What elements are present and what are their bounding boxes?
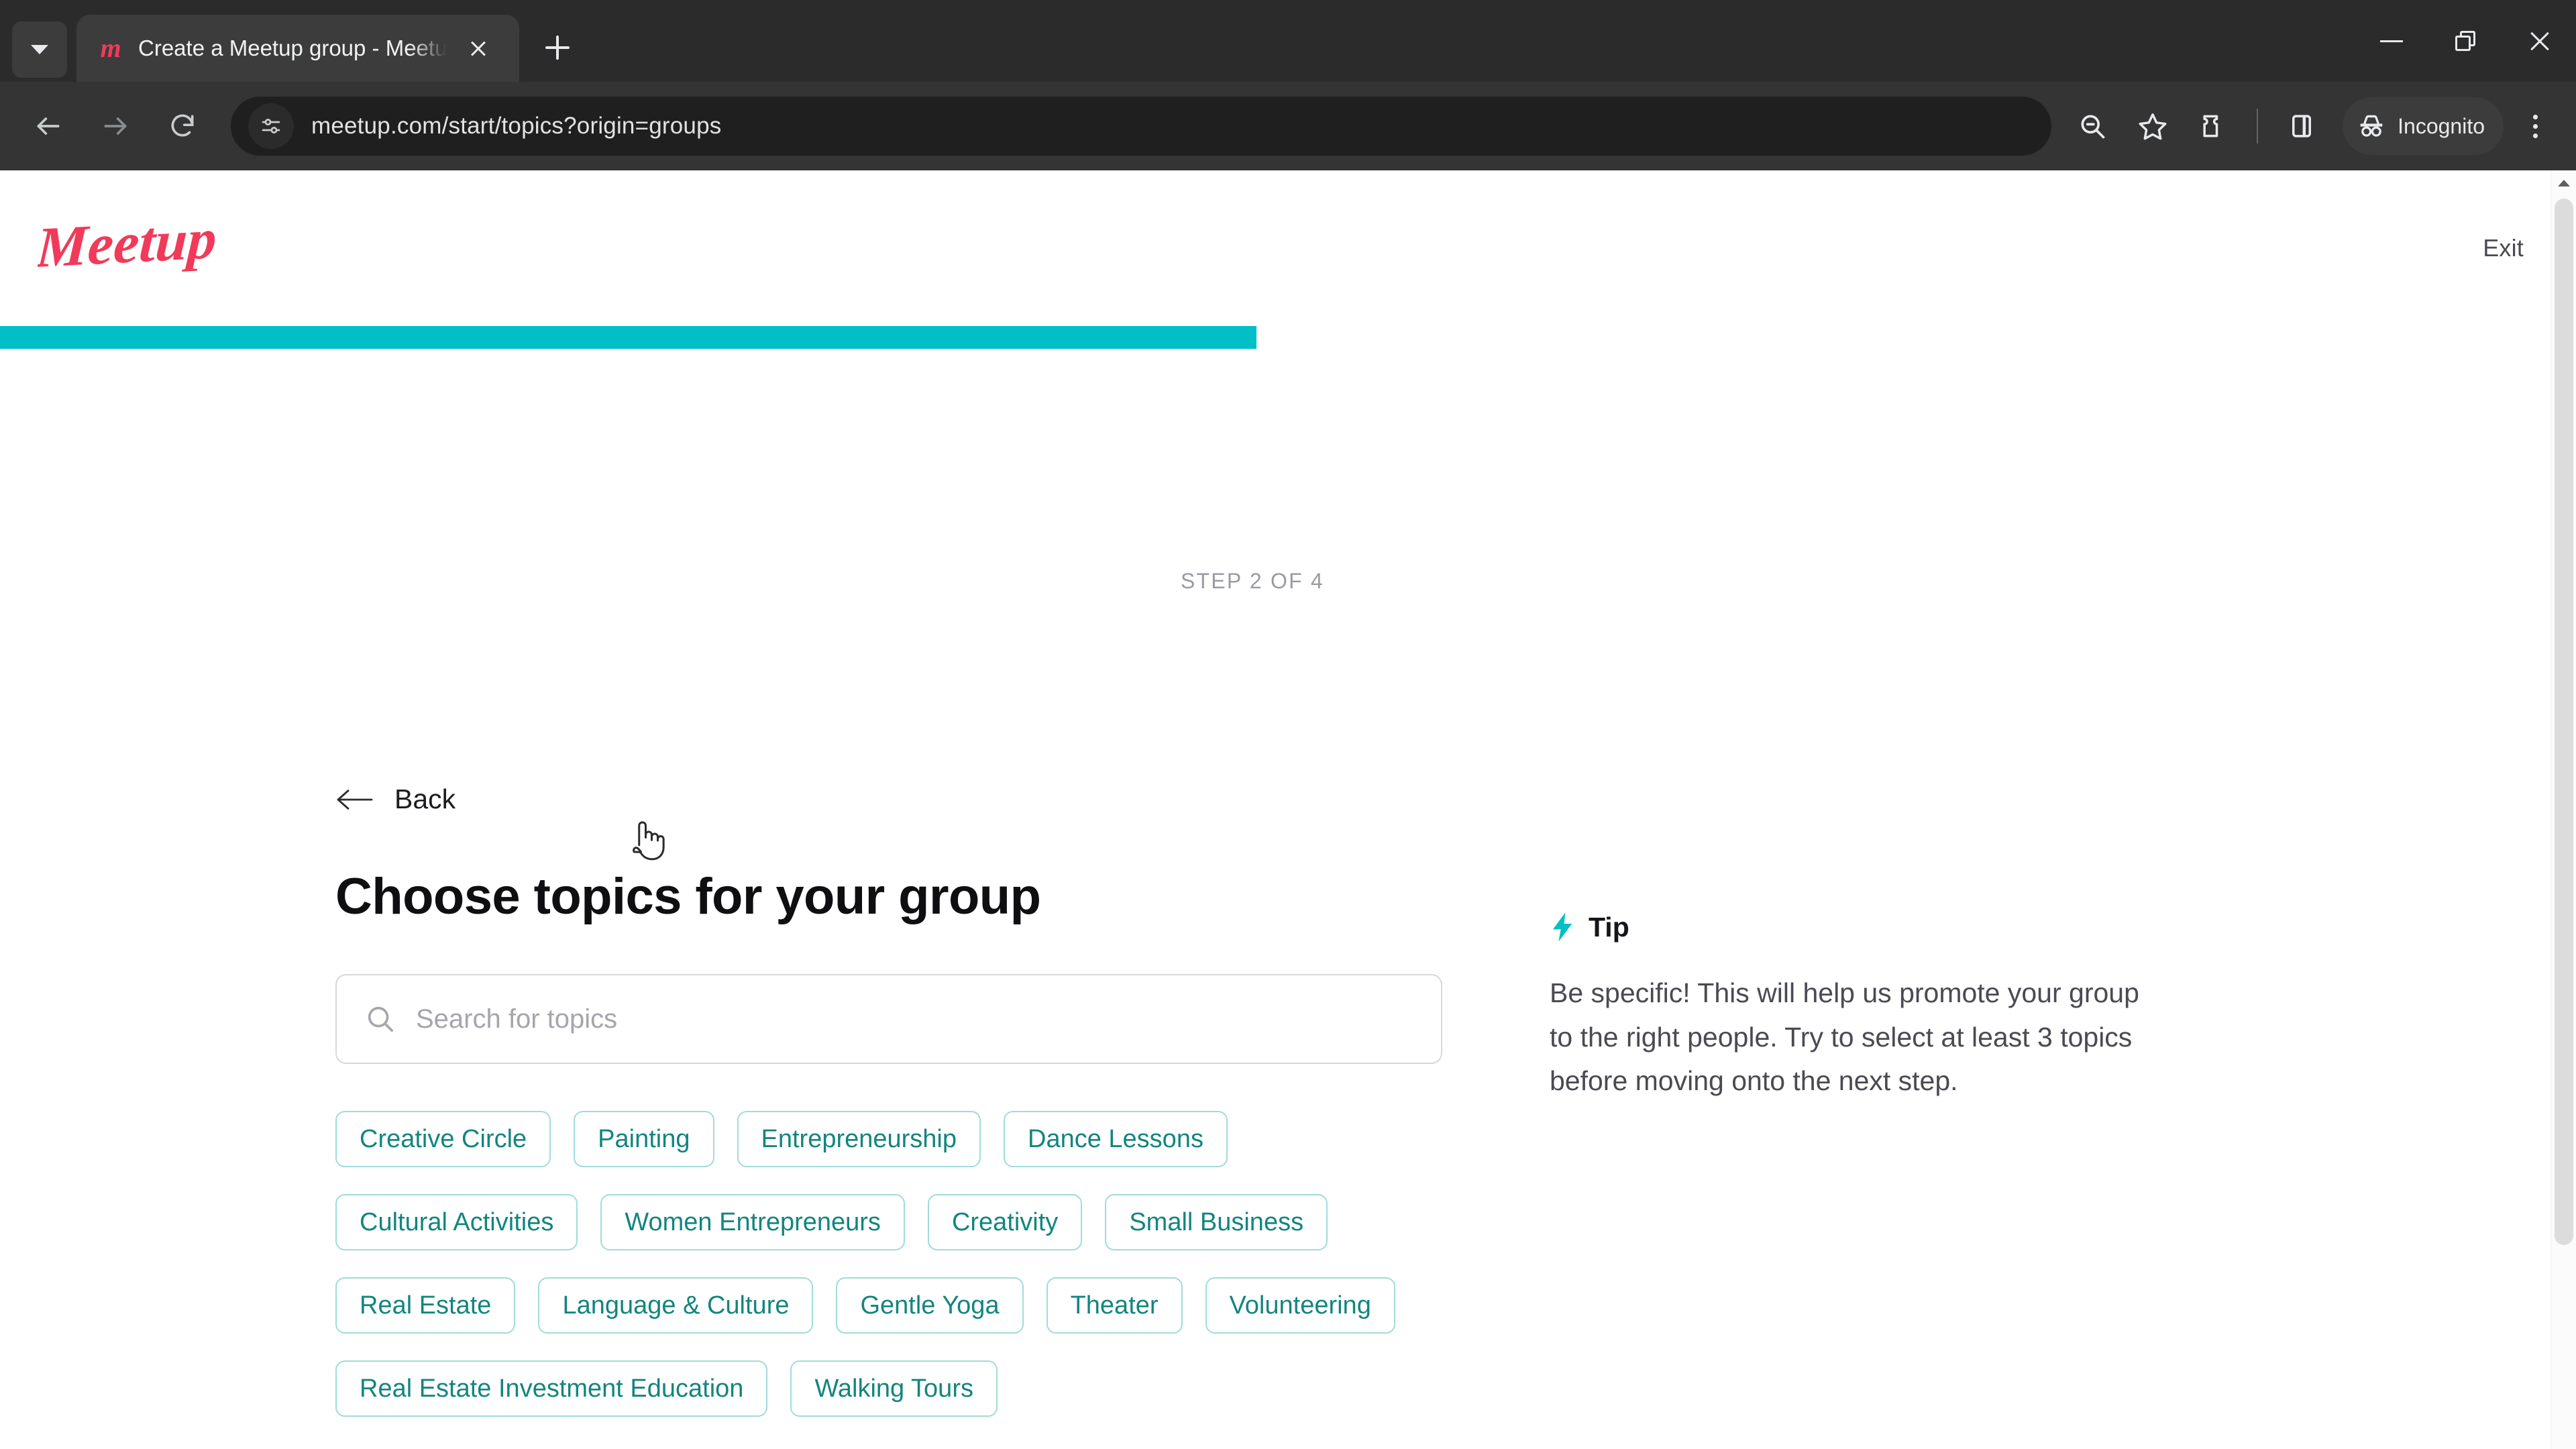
- window-controls: [2355, 0, 2576, 82]
- browser-toolbar: meetup.com/start/topics?origin=groups In…: [0, 82, 2576, 170]
- browser-tab[interactable]: m Create a Meetup group - Meetu: [76, 15, 519, 82]
- topic-chip[interactable]: Volunteering: [1205, 1277, 1395, 1334]
- tip-title: Tip: [1589, 911, 1629, 943]
- topic-chip-label: Walking Tours: [814, 1374, 973, 1403]
- topic-chip[interactable]: Theater: [1046, 1277, 1183, 1334]
- incognito-icon: [2360, 115, 2383, 137]
- side-panel-icon[interactable]: [2273, 97, 2330, 155]
- meetup-logo[interactable]: Meetup: [38, 208, 259, 288]
- tip-panel: Tip Be specific! This will help us promo…: [1550, 911, 2167, 1104]
- tab-title: Create a Meetup group - Meetu: [138, 36, 447, 60]
- address-bar[interactable]: meetup.com/start/topics?origin=groups: [231, 97, 2052, 156]
- arrow-right-icon: [104, 117, 127, 135]
- topic-chip[interactable]: Cultural Activities: [335, 1194, 578, 1250]
- back-button[interactable]: Back: [335, 784, 1462, 815]
- topic-chip-label: Creative Circle: [360, 1124, 527, 1153]
- bookmark-star-icon[interactable]: [2124, 97, 2182, 155]
- topic-chip-label: Theater: [1070, 1291, 1159, 1320]
- toolbar-divider: [2257, 109, 2259, 144]
- topic-chip[interactable]: Women Entrepreneurs: [600, 1194, 905, 1250]
- extensions-icon[interactable]: [2184, 97, 2242, 155]
- close-tab-icon[interactable]: [460, 30, 496, 66]
- back-navigation-button[interactable]: [17, 95, 79, 157]
- browser-menu-button[interactable]: [2512, 97, 2559, 155]
- topic-chip[interactable]: Creativity: [927, 1194, 1083, 1250]
- search-topics-input[interactable]: Search for topics: [335, 974, 1442, 1064]
- scroll-up-arrow-icon[interactable]: [2551, 170, 2576, 196]
- topic-chip-label: Painting: [598, 1124, 690, 1153]
- arrow-left-icon: [337, 789, 373, 810]
- topic-chip-label: Volunteering: [1229, 1291, 1371, 1320]
- toolbar-actions: Incognito: [2063, 97, 2559, 155]
- reload-button[interactable]: [152, 95, 213, 157]
- topic-chip[interactable]: Painting: [574, 1111, 714, 1167]
- topic-chip-list: Creative Circle Painting Entrepreneurship D…: [335, 1111, 1462, 1444]
- restore-window-button[interactable]: [2428, 0, 2502, 82]
- page-viewport: Meetup Exit STEP 2 OF 4 Back Choose topi…: [0, 170, 2576, 1449]
- topic-chip-label: Real Estate: [360, 1291, 492, 1320]
- step-indicator: STEP 2 OF 4: [1181, 569, 1324, 593]
- topic-chip-label: Entrepreneurship: [761, 1124, 957, 1153]
- site-header: Meetup Exit: [0, 170, 2576, 326]
- search-icon: [368, 1006, 394, 1032]
- exit-link[interactable]: Exit: [2483, 234, 2524, 262]
- minimize-window-button[interactable]: [2355, 0, 2428, 82]
- topic-chip-label: Real Estate Investment Education: [360, 1374, 744, 1403]
- tab-search-button[interactable]: [12, 21, 67, 78]
- incognito-indicator[interactable]: Incognito: [2343, 97, 2504, 155]
- topic-chip[interactable]: Dance Lessons: [1004, 1111, 1228, 1167]
- topic-chip-label: Gentle Yoga: [860, 1291, 1000, 1320]
- topic-chip-label: Dance Lessons: [1028, 1124, 1203, 1153]
- chevron-down-icon: [31, 45, 48, 54]
- tip-body: Be specific! This will help us promote y…: [1550, 977, 2139, 1097]
- url-text: meetup.com/start/topics?origin=groups: [311, 113, 722, 139]
- browser-window: m Create a Meetup group - Meetu meetup.c…: [0, 0, 2576, 1449]
- progress-bar-fill: [0, 326, 1256, 349]
- tune-icon: [262, 119, 280, 133]
- topic-chip[interactable]: Entrepreneurship: [737, 1111, 981, 1167]
- arrow-left-icon: [37, 117, 60, 135]
- topic-chip[interactable]: Real Estate Investment Education: [335, 1360, 768, 1417]
- tab-strip: m Create a Meetup group - Meetu: [0, 0, 2576, 82]
- topic-chip-label: Cultural Activities: [360, 1208, 554, 1236]
- close-window-button[interactable]: [2502, 0, 2576, 82]
- search-icon[interactable]: [2063, 97, 2121, 155]
- incognito-label: Incognito: [2398, 113, 2485, 138]
- topic-chip-label: Creativity: [951, 1208, 1059, 1236]
- topic-chip[interactable]: Language & Culture: [538, 1277, 814, 1334]
- svg-text:Meetup: Meetup: [38, 208, 218, 280]
- topic-chip[interactable]: Real Estate: [335, 1277, 516, 1334]
- tip-header: Tip: [1550, 911, 2167, 943]
- progress-bar-track: [0, 326, 2564, 349]
- back-label: Back: [394, 784, 456, 814]
- site-settings-icon[interactable]: [248, 103, 294, 149]
- new-tab-button[interactable]: [534, 24, 581, 71]
- topic-chip-label: Language & Culture: [562, 1291, 790, 1320]
- search-placeholder: Search for topics: [416, 1004, 618, 1034]
- page-title: Choose topics for your group: [335, 868, 1041, 925]
- topic-chip[interactable]: Small Business: [1105, 1194, 1328, 1250]
- reload-icon: [171, 114, 194, 137]
- forward-navigation-button[interactable]: [85, 95, 146, 157]
- topic-chip-label: Women Entrepreneurs: [625, 1208, 881, 1236]
- meetup-favicon-icon: m: [100, 33, 121, 63]
- lightning-bolt-icon: [1553, 912, 1572, 942]
- topic-chip[interactable]: Creative Circle: [335, 1111, 551, 1167]
- scrollbar-thumb[interactable]: [2555, 199, 2573, 1245]
- topic-chip[interactable]: Walking Tours: [790, 1360, 998, 1417]
- topic-chip-label: Small Business: [1129, 1208, 1304, 1236]
- topic-chip[interactable]: Gentle Yoga: [836, 1277, 1024, 1334]
- main-column: Back Choose topics for your group Search…: [335, 784, 1462, 1449]
- page-scrollbar[interactable]: [2551, 170, 2576, 1449]
